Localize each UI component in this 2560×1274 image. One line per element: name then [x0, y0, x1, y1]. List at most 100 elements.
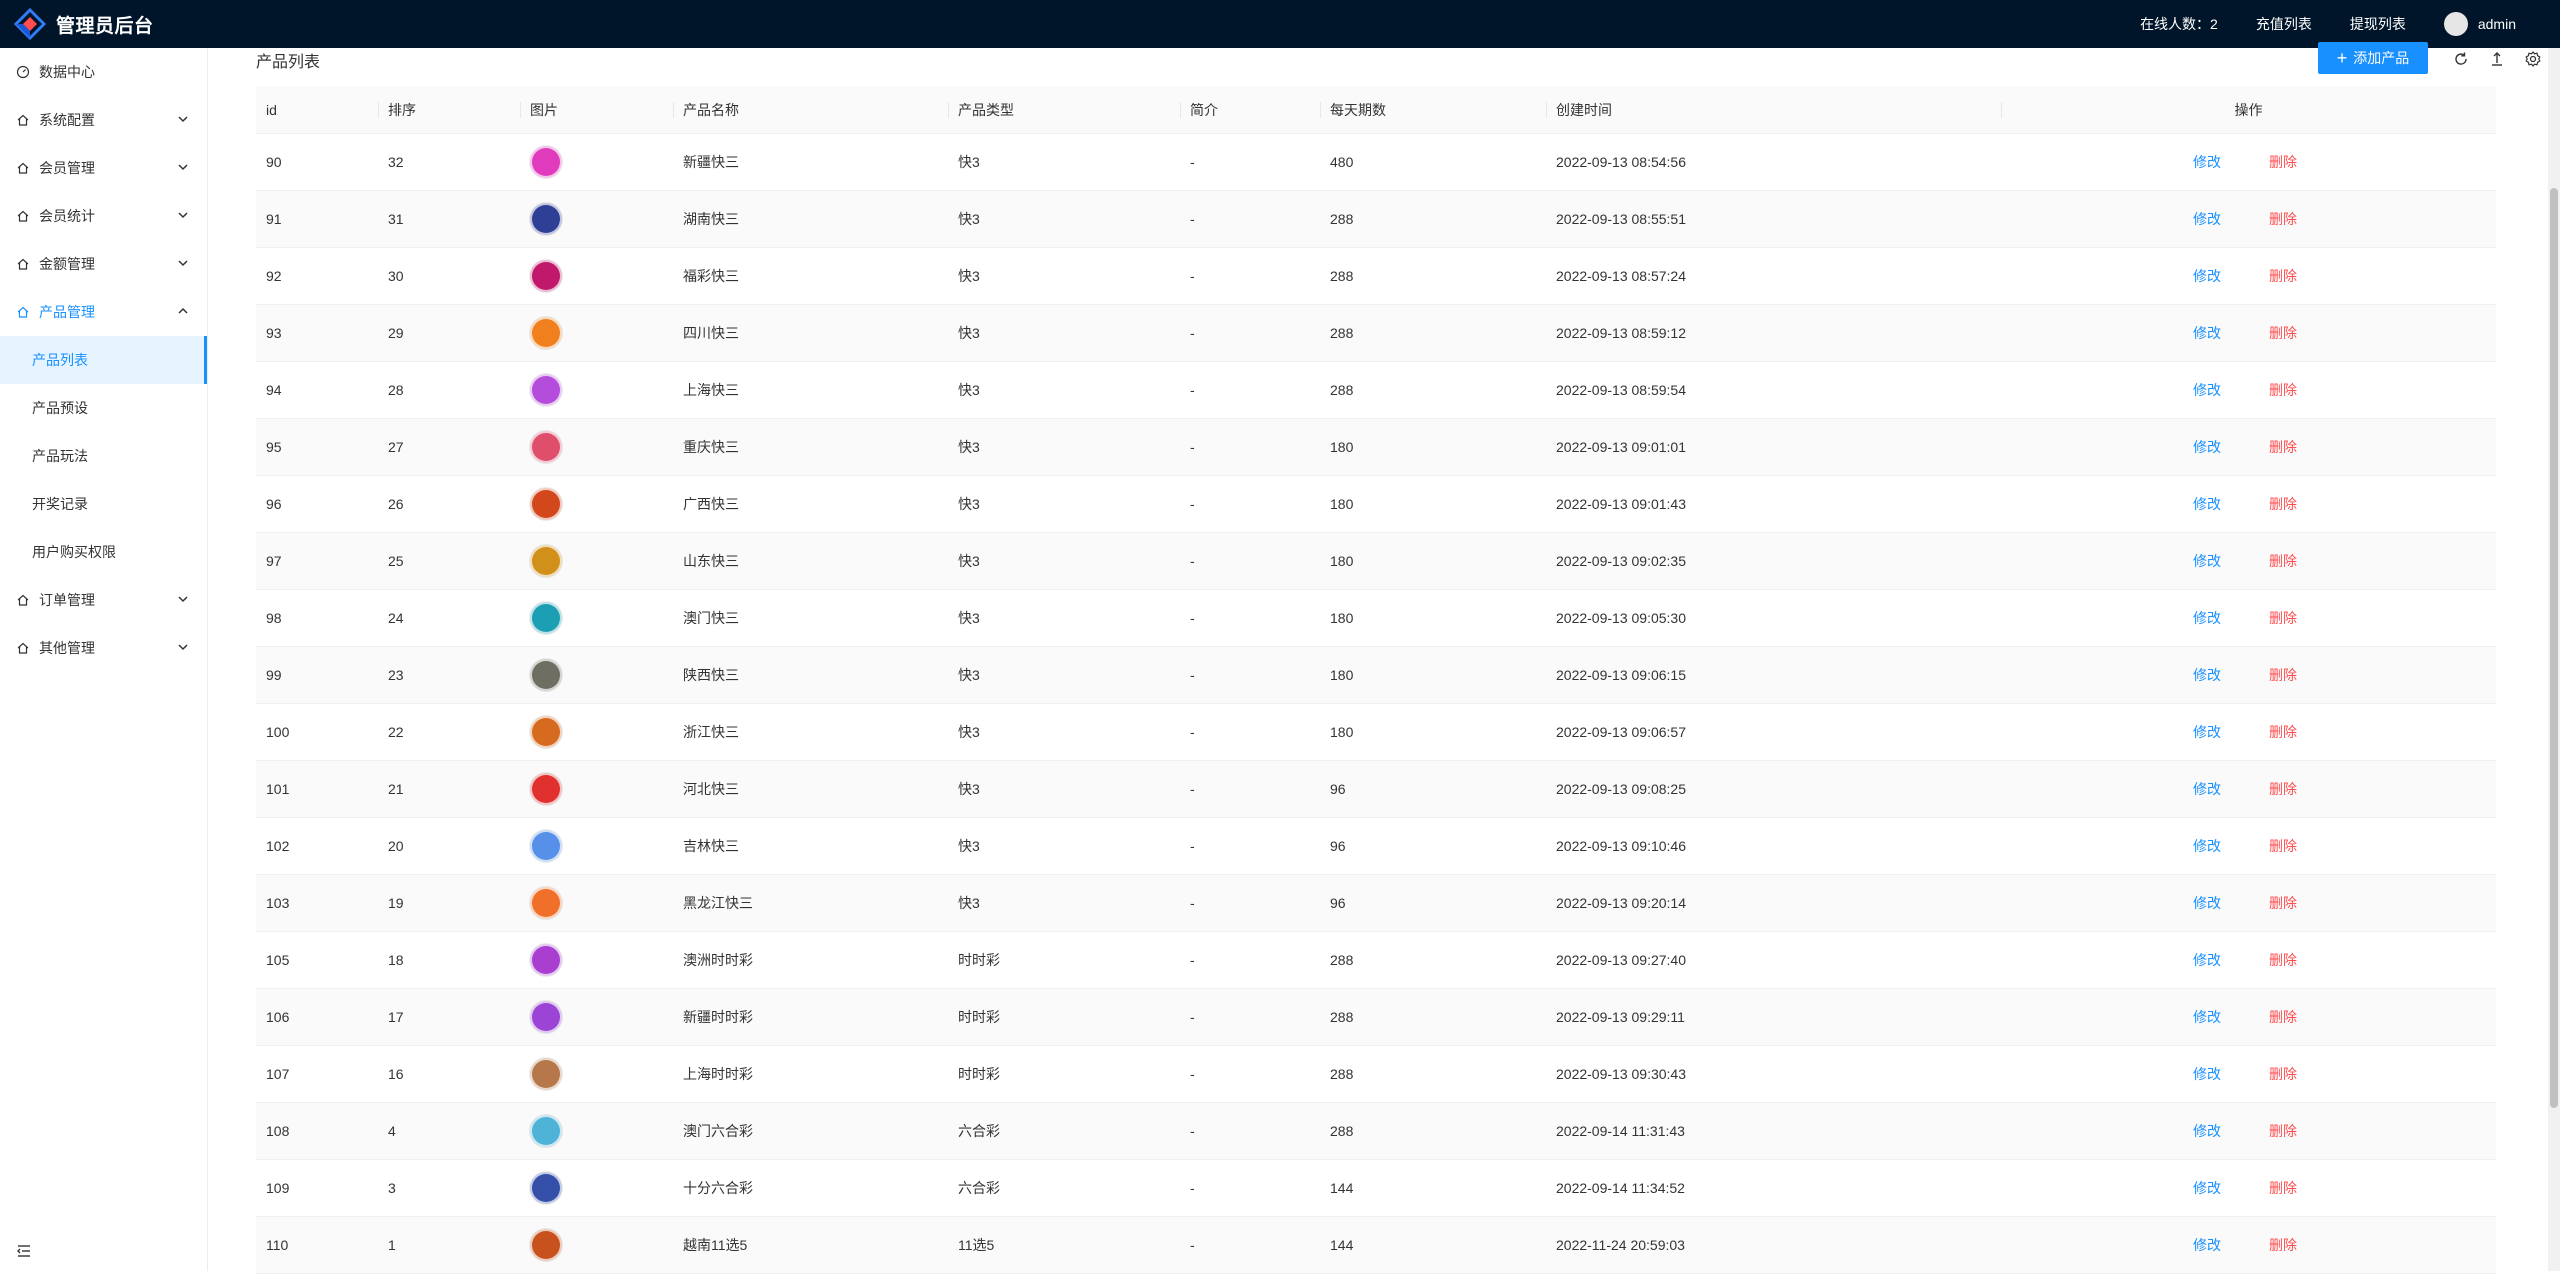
edit-link[interactable]: 修改 — [2193, 437, 2221, 457]
cell-type: 11选5 — [958, 1237, 995, 1253]
column-header-intro[interactable]: 简介 — [1180, 86, 1320, 134]
sidebar-subitem-draw-records[interactable]: 开奖记录 — [0, 480, 207, 528]
setting-icon[interactable] — [2524, 50, 2542, 68]
cell-created-time: 2022-11-24 20:59:03 — [1556, 1237, 1685, 1253]
table-header: id 排序 图片 产品名称 产品类型 简介 每天期数 创建时间 操作 — [256, 86, 2496, 134]
sidebar-subitem-product-list[interactable]: 产品列表 — [0, 336, 207, 384]
edit-link[interactable]: 修改 — [2193, 1007, 2221, 1027]
delete-link[interactable]: 删除 — [2269, 1235, 2297, 1255]
recharge-list-link[interactable]: 充值列表 — [2256, 14, 2312, 34]
sidebar-item-product-management[interactable]: 产品管理 — [0, 288, 207, 336]
sidebar-item-label: 数据中心 — [39, 64, 95, 80]
sidebar-item-system-config[interactable]: 系统配置 — [0, 96, 207, 144]
sidebar-subitem-product-gameplay[interactable]: 产品玩法 — [0, 432, 207, 480]
edit-link[interactable]: 修改 — [2193, 209, 2221, 229]
reload-icon[interactable] — [2452, 50, 2470, 68]
delete-link[interactable]: 删除 — [2269, 323, 2297, 343]
column-header-id[interactable]: id — [256, 86, 378, 134]
edit-link[interactable]: 修改 — [2193, 665, 2221, 685]
cell-created-time: 2022-09-13 08:59:54 — [1556, 382, 1686, 398]
cell-created-time: 2022-09-13 09:06:57 — [1556, 724, 1686, 740]
cell-created-time: 2022-09-13 09:01:43 — [1556, 496, 1686, 512]
column-header-type[interactable]: 产品类型 — [948, 86, 1180, 134]
edit-link[interactable]: 修改 — [2193, 551, 2221, 571]
cell-type: 快3 — [958, 895, 980, 911]
delete-link[interactable]: 删除 — [2269, 1178, 2297, 1198]
cell-id: 105 — [266, 952, 290, 968]
sidebar-item-amount-management[interactable]: 金额管理 — [0, 240, 207, 288]
cell-actions: 修改 删除 — [2001, 1103, 2496, 1160]
sidebar-item-label: 会员统计 — [39, 208, 95, 224]
edit-link[interactable]: 修改 — [2193, 152, 2221, 172]
delete-link[interactable]: 删除 — [2269, 722, 2297, 742]
edit-link[interactable]: 修改 — [2193, 266, 2221, 286]
sidebar-item-label: 其他管理 — [39, 640, 95, 656]
cell-actions: 修改 删除 — [2001, 1217, 2496, 1274]
delete-link[interactable]: 删除 — [2269, 266, 2297, 286]
edit-link[interactable]: 修改 — [2193, 950, 2221, 970]
edit-link[interactable]: 修改 — [2193, 1121, 2221, 1141]
add-product-button[interactable]: + 添加产品 — [2318, 42, 2428, 74]
sidebar-item-order-management[interactable]: 订单管理 — [0, 576, 207, 624]
edit-link[interactable]: 修改 — [2193, 836, 2221, 856]
cell-id: 94 — [266, 382, 282, 398]
delete-link[interactable]: 删除 — [2269, 1007, 2297, 1027]
delete-link[interactable]: 删除 — [2269, 1064, 2297, 1084]
cell-name: 重庆快三 — [683, 439, 739, 455]
delete-link[interactable]: 删除 — [2269, 437, 2297, 457]
dashboard-icon — [16, 65, 30, 79]
edit-link[interactable]: 修改 — [2193, 323, 2221, 343]
edit-link[interactable]: 修改 — [2193, 494, 2221, 514]
edit-link[interactable]: 修改 — [2193, 1178, 2221, 1198]
sidebar-item-data-center[interactable]: 数据中心 — [0, 48, 207, 96]
delete-link[interactable]: 删除 — [2269, 665, 2297, 685]
delete-link[interactable]: 删除 — [2269, 209, 2297, 229]
sidebar-item-member-management[interactable]: 会员管理 — [0, 144, 207, 192]
cell-id: 96 — [266, 496, 282, 512]
edit-link[interactable]: 修改 — [2193, 608, 2221, 628]
column-header-sort[interactable]: 排序 — [378, 86, 520, 134]
table-row: 97 25 山东快三 快3 - 180 2022-09-13 09:02:35 修改 删除 — [256, 533, 2496, 590]
delete-link[interactable]: 删除 — [2269, 551, 2297, 571]
edit-link[interactable]: 修改 — [2193, 779, 2221, 799]
cell-intro: - — [1190, 325, 1195, 341]
menu-fold-icon[interactable] — [16, 1243, 32, 1259]
cell-sort: 3 — [388, 1180, 396, 1196]
home-icon — [16, 593, 30, 607]
logo[interactable]: 管理员后台 — [14, 8, 154, 40]
delete-link[interactable]: 删除 — [2269, 950, 2297, 970]
delete-link[interactable]: 删除 — [2269, 1121, 2297, 1141]
edit-link[interactable]: 修改 — [2193, 1064, 2221, 1084]
cell-id: 93 — [266, 325, 282, 341]
sidebar-subitem-purchase-permissions[interactable]: 用户购买权限 — [0, 528, 207, 576]
delete-link[interactable]: 删除 — [2269, 608, 2297, 628]
cell-intro: - — [1190, 667, 1195, 683]
edit-link[interactable]: 修改 — [2193, 380, 2221, 400]
cell-daily-periods: 480 — [1330, 154, 1354, 170]
delete-link[interactable]: 删除 — [2269, 836, 2297, 856]
cell-type: 快3 — [958, 382, 980, 398]
sidebar-item-member-stats[interactable]: 会员统计 — [0, 192, 207, 240]
cell-daily-periods: 180 — [1330, 724, 1354, 740]
delete-link[interactable]: 删除 — [2269, 893, 2297, 913]
cell-type: 快3 — [958, 724, 980, 740]
delete-link[interactable]: 删除 — [2269, 779, 2297, 799]
column-height-icon[interactable] — [2488, 50, 2506, 68]
withdraw-list-link[interactable]: 提现列表 — [2350, 14, 2406, 34]
delete-link[interactable]: 删除 — [2269, 152, 2297, 172]
sidebar-item-other-management[interactable]: 其他管理 — [0, 624, 207, 672]
edit-link[interactable]: 修改 — [2193, 893, 2221, 913]
cell-intro: - — [1190, 382, 1195, 398]
scrollbar-thumb[interactable] — [2550, 188, 2558, 1108]
column-header-image[interactable]: 图片 — [520, 86, 673, 134]
delete-link[interactable]: 删除 — [2269, 494, 2297, 514]
column-header-daily-periods[interactable]: 每天期数 — [1320, 86, 1546, 134]
column-header-created-time[interactable]: 创建时间 — [1546, 86, 2001, 134]
edit-link[interactable]: 修改 — [2193, 1235, 2221, 1255]
vertical-scrollbar[interactable] — [2548, 48, 2560, 1271]
sidebar-subitem-product-preset[interactable]: 产品预设 — [0, 384, 207, 432]
user-menu[interactable]: admin — [2443, 12, 2516, 36]
delete-link[interactable]: 删除 — [2269, 380, 2297, 400]
edit-link[interactable]: 修改 — [2193, 722, 2221, 742]
column-header-name[interactable]: 产品名称 — [673, 86, 948, 134]
